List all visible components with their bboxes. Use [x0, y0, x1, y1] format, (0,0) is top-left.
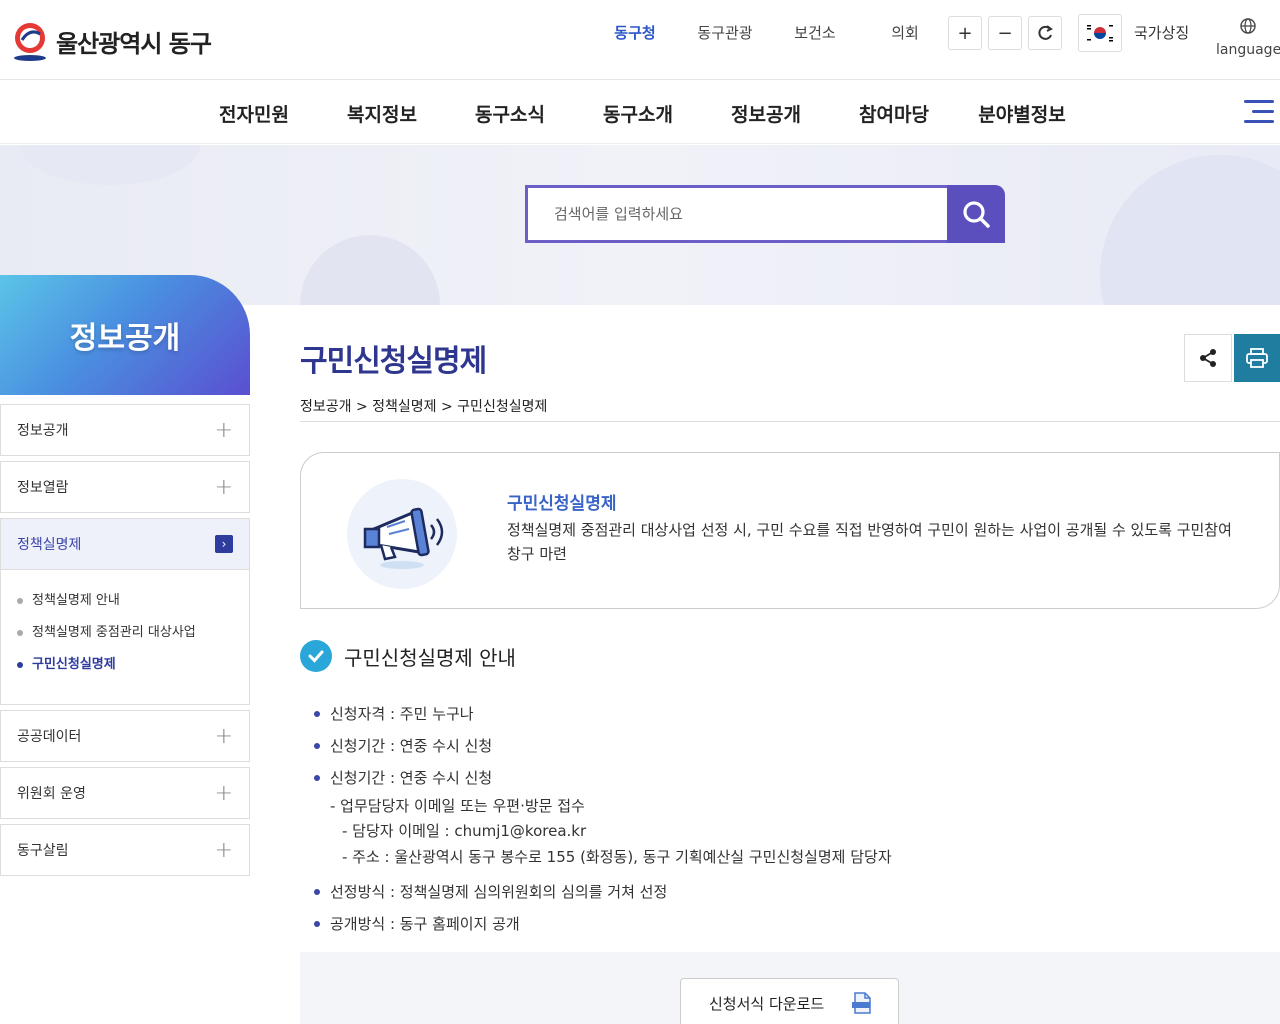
logo-text: 울산광역시 동구: [56, 29, 212, 58]
zoom-tools: + −: [948, 16, 1062, 50]
language-button[interactable]: language: [1216, 18, 1280, 58]
plus-icon: +: [214, 780, 233, 806]
divider: [300, 421, 1280, 422]
megaphone-icon: [347, 479, 457, 589]
share-button[interactable]: [1184, 334, 1232, 382]
sidebar-menu: 정보공개 + 정보열람 + 정책실명제 › 정책실명제 안내 정책실명제 중점관…: [0, 404, 250, 881]
list-item: 신청자격 : 주민 누구나: [314, 702, 892, 726]
plus-icon: +: [214, 474, 233, 500]
sidebar-item-committee[interactable]: 위원회 운영 +: [0, 767, 250, 819]
globe-icon: [1216, 18, 1280, 38]
list-item: 공개방식 : 동구 홈페이지 공개: [314, 912, 892, 936]
download-area: 신청서식 다운로드: [300, 952, 1280, 1024]
sidebar-item-label: 정보공개: [17, 423, 69, 439]
list-subitem: - 담당자 이메일 : chumj1@korea.kr: [342, 822, 587, 840]
main-nav: 전자민원 복지정보 동구소식 동구소개 정보공개 참여마당 분야별정보: [0, 80, 1280, 144]
submenu-item-guide[interactable]: 정책실명제 안내: [17, 590, 233, 622]
search-icon: [963, 201, 990, 228]
gnb-welfare[interactable]: 복지정보: [318, 100, 446, 127]
plus-icon: +: [214, 417, 233, 443]
topnav-council[interactable]: 의회: [860, 22, 950, 43]
topnav-donggu-office[interactable]: 동구청: [590, 22, 680, 43]
check-icon: [300, 640, 332, 672]
chevron-right-icon: ›: [215, 535, 233, 553]
zoom-out-button[interactable]: −: [988, 16, 1022, 50]
list-subitem: - 업무담당자 이메일 또는 우편·방문 접수: [330, 797, 585, 815]
topnav-tourism[interactable]: 동구관광: [680, 22, 770, 43]
list-item: 신청기간 : 연중 수시 신청: [314, 734, 892, 758]
site-logo[interactable]: 울산광역시 동구: [12, 20, 212, 62]
search-box: [525, 185, 1005, 243]
zoom-in-button[interactable]: +: [948, 16, 982, 50]
download-form-button[interactable]: 신청서식 다운로드: [680, 978, 899, 1024]
sidebar-submenu: 정책실명제 안내 정책실명제 중점관리 대상사업 구민신청실명제: [0, 570, 250, 705]
refresh-icon: [1038, 25, 1053, 40]
submenu-item-resident-request[interactable]: 구민신청실명제: [17, 654, 233, 686]
sidebar-title-text: 정보공개: [69, 321, 181, 356]
section-header: 구민신청실명제 안내: [300, 640, 516, 672]
info-list: 신청자격 : 주민 누구나 신청기간 : 연중 수시 신청 신청기간 : 연중 …: [314, 702, 892, 944]
search-button[interactable]: [947, 185, 1005, 243]
sidebar-item-label: 정보열람: [17, 480, 69, 496]
breadcrumb: 정보공개 > 정책실명제 > 구민신청실명제: [300, 399, 548, 415]
sidebar-item-public-data[interactable]: 공공데이터 +: [0, 710, 250, 762]
search-input[interactable]: [525, 185, 947, 243]
gnb-info-disclosure[interactable]: 정보공개: [702, 100, 830, 127]
sidebar-item-label: 정책실명제: [17, 537, 82, 553]
korea-flag-icon: [1085, 22, 1115, 44]
gnb-field-info[interactable]: 분야별정보: [958, 100, 1086, 127]
submenu-item-key-projects[interactable]: 정책실명제 중점관리 대상사업: [17, 622, 233, 654]
refresh-button[interactable]: [1028, 16, 1062, 50]
national-flag-button[interactable]: [1078, 14, 1122, 52]
sidebar-item-label: 공공데이터: [17, 729, 82, 745]
gnb-news[interactable]: 동구소식: [446, 100, 574, 127]
plus-icon: +: [214, 837, 233, 863]
printer-icon: [1246, 348, 1268, 368]
plus-icon: +: [214, 723, 233, 749]
hwp-file-icon: [852, 992, 871, 1014]
share-icon: [1200, 349, 1216, 367]
menu-icon[interactable]: [1244, 100, 1274, 124]
sidebar-item-label: 동구살림: [17, 843, 69, 859]
sidebar-title: 정보공개: [0, 275, 250, 395]
national-symbol-label[interactable]: 국가상징: [1134, 22, 1189, 43]
topnav-health-center[interactable]: 보건소: [770, 22, 860, 43]
page-title: 구민신청실명제: [300, 344, 487, 379]
sidebar-item-info-disclosure[interactable]: 정보공개 +: [0, 404, 250, 456]
sidebar-item-budget[interactable]: 동구살림 +: [0, 824, 250, 876]
top-nav: 동구청 동구관광 보건소 의회: [590, 22, 950, 43]
list-item: 선정방식 : 정책실명제 심의위원회의 심의를 거쳐 선정: [314, 880, 892, 904]
logo-emblem-icon: [14, 23, 46, 61]
gnb-about[interactable]: 동구소개: [574, 100, 702, 127]
top-header: 울산광역시 동구 동구청 동구관광 보건소 의회 + − 국가상징 langua…: [0, 0, 1280, 80]
download-label: 신청서식 다운로드: [709, 994, 825, 1013]
sidebar-item-info-view[interactable]: 정보열람 +: [0, 461, 250, 513]
gnb-civil-service[interactable]: 전자민원: [190, 100, 318, 127]
section-title: 구민신청실명제 안내: [344, 645, 516, 670]
language-label: language: [1216, 42, 1280, 58]
intro-box: 구민신청실명제 정책실명제 중점관리 대상사업 선정 시, 구민 수요를 직접 …: [300, 452, 1280, 609]
intro-description: 정책실명제 중점관리 대상사업 선정 시, 구민 수요를 직접 반영하여 구민이…: [507, 521, 1232, 563]
list-subitem: - 주소 : 울산광역시 동구 봉수로 155 (화정동), 동구 기획예산실 …: [342, 848, 892, 866]
print-button[interactable]: [1234, 334, 1280, 382]
sidebar-item-label: 위원회 운영: [17, 786, 86, 802]
gnb-participation[interactable]: 참여마당: [830, 100, 958, 127]
intro-title: 구민신청실명제: [507, 494, 617, 514]
list-item: 신청기간 : 연중 수시 신청: [314, 766, 892, 790]
sidebar-item-policy-realname[interactable]: 정책실명제 ›: [0, 518, 250, 570]
